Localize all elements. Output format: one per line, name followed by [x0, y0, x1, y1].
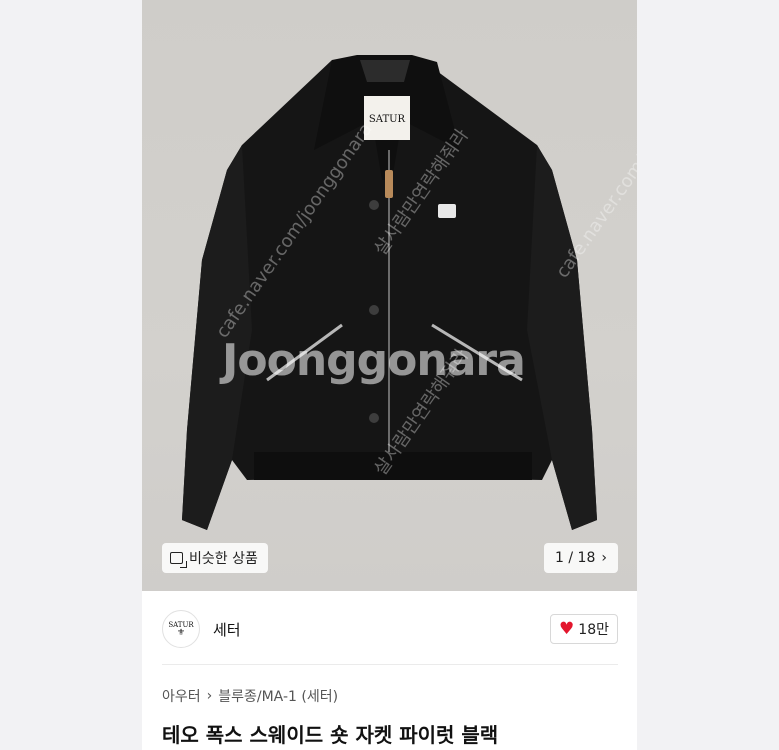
product-image[interactable]: SATUR cafe.naver.com/joonggonara 살사람만연락해… [142, 0, 637, 591]
product-title: 테오 폭스 스웨이드 숏 자켓 파이럿 블랙 [162, 723, 499, 747]
chevron-right-icon: › [601, 550, 607, 566]
like-count: 18만 [578, 622, 609, 638]
seller-name[interactable]: 세터 [213, 619, 241, 640]
breadcrumb: 아우터 › 블루종/MA-1 (세터) [162, 686, 338, 706]
like-button[interactable]: ♥ 18만 [550, 614, 618, 644]
watermark-text: Joonggonara [222, 335, 526, 386]
seller-row[interactable]: SATUR ⚜ 세터 ♥ 18만 [162, 607, 618, 651]
product-screen: SATUR cafe.naver.com/joonggonara 살사람만연락해… [142, 0, 637, 750]
page: SATUR cafe.naver.com/joonggonara 살사람만연락해… [0, 0, 779, 750]
left-margin [0, 0, 142, 750]
breadcrumb-item-outer[interactable]: 아우터 [162, 686, 201, 706]
similar-products-button[interactable]: 비슷한 상품 [162, 543, 268, 573]
label-tag-text: SATUR [369, 114, 406, 125]
seller-logo-mark-icon: ⚜ [176, 627, 186, 638]
jacket-illustration: SATUR [182, 55, 597, 530]
similar-icon [170, 552, 187, 568]
image-counter-text: 1 / 18 [555, 550, 596, 566]
seller-avatar[interactable]: SATUR ⚜ [162, 610, 200, 648]
image-counter[interactable]: 1 / 18 › [544, 543, 618, 573]
right-margin [637, 0, 779, 750]
breadcrumb-item-blouson[interactable]: 블루종/MA-1 (세터) [218, 686, 338, 706]
similar-products-label: 비슷한 상품 [189, 551, 258, 567]
breadcrumb-separator-icon: › [206, 688, 213, 704]
divider [162, 664, 618, 665]
heart-icon: ♥ [559, 618, 575, 639]
